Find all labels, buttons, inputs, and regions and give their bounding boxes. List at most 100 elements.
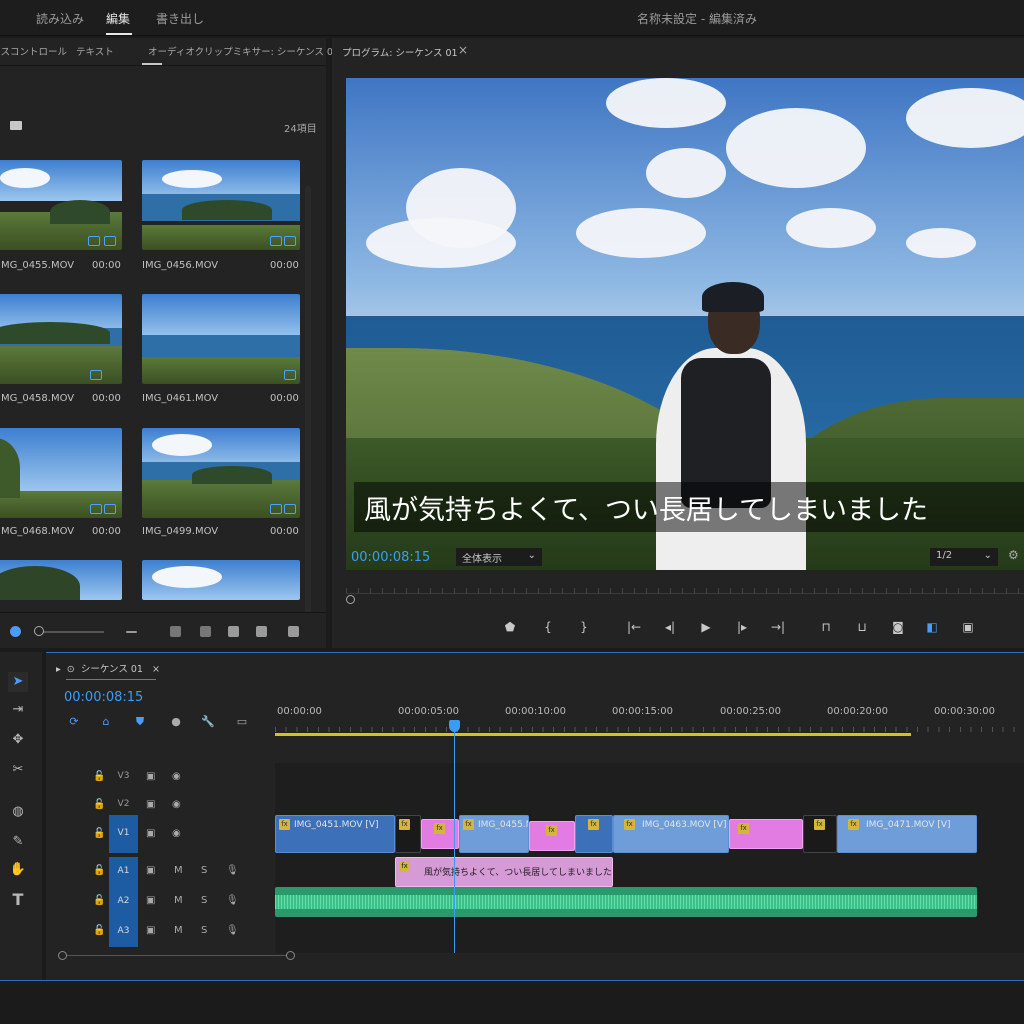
playhead-line[interactable]	[454, 723, 455, 953]
clip-thumbnail[interactable]	[142, 560, 300, 600]
slip-tool-icon[interactable]: ◍	[8, 802, 28, 822]
sequence-tab[interactable]: ▸ ⊙ シーケンス 01 ×	[56, 661, 160, 675]
clip-thumbnail[interactable]	[142, 294, 300, 384]
clip-thumbnail[interactable]	[0, 560, 122, 600]
play-icon[interactable]: ▶	[696, 618, 716, 636]
extract-icon[interactable]: ⊔	[852, 618, 872, 636]
playhead-handle[interactable]	[449, 720, 460, 732]
sync-lock-icon[interactable]: ▣	[146, 865, 155, 876]
caption-clip[interactable]: fx 風が気持ちよくて、つい長居してしまいました	[395, 857, 613, 887]
microphone-icon[interactable]: 🎙	[226, 925, 239, 936]
find-icon[interactable]	[200, 626, 211, 637]
sync-lock-icon[interactable]: ▣	[146, 771, 155, 782]
new-item-icon[interactable]	[256, 626, 267, 637]
mark-out-icon[interactable]: }	[574, 618, 594, 636]
project-scrollbar[interactable]	[305, 186, 311, 636]
scroll-handle-left[interactable]	[58, 951, 67, 960]
eye-icon[interactable]: ◉	[172, 799, 181, 810]
snap-icon[interactable]: ⌂	[98, 715, 114, 731]
lock-icon[interactable]: 🔓	[93, 771, 105, 782]
track-label[interactable]: A1	[109, 857, 138, 887]
pen-tool-icon[interactable]: ✎	[8, 832, 28, 852]
delete-icon[interactable]	[288, 626, 299, 637]
clip-thumbnail[interactable]	[0, 428, 122, 518]
sync-lock-icon[interactable]: ▣	[146, 895, 155, 906]
captions-icon[interactable]: ▭	[234, 715, 250, 731]
hand-tool-icon[interactable]: ✋	[8, 860, 28, 880]
add-marker-icon[interactable]: ⬟	[500, 618, 520, 636]
lift-icon[interactable]: ⊓	[816, 618, 836, 636]
folder-icon[interactable]	[10, 121, 22, 130]
lock-icon[interactable]: 🔓	[93, 895, 105, 906]
button-editor-icon[interactable]: ▣	[958, 618, 978, 636]
track-label[interactable]: A2	[109, 887, 138, 917]
program-timecode[interactable]: 00:00:08:15	[351, 550, 430, 565]
video-clip[interactable]: fx IMG_0455.MOV	[459, 815, 529, 853]
video-clip[interactable]: fx IMG_0471.MOV [V]	[837, 815, 977, 853]
timeline-zoom-scrollbar[interactable]	[58, 951, 295, 961]
sync-lock-icon[interactable]: ▣	[146, 828, 155, 839]
thumbnail-view-icon[interactable]	[10, 626, 21, 637]
selection-tool-icon[interactable]: ➤	[8, 672, 28, 692]
video-clip[interactable]: fx	[575, 815, 613, 853]
title-clip[interactable]: fx	[529, 821, 575, 851]
microphone-icon[interactable]: 🎙	[226, 895, 239, 906]
zoom-slider[interactable]	[42, 631, 104, 633]
lock-icon[interactable]: 🔓	[93, 828, 105, 839]
linked-selection-icon[interactable]: ⛊	[132, 715, 148, 731]
track-label[interactable]: V1	[109, 815, 138, 853]
tracks-area[interactable]	[275, 763, 1024, 953]
mute-button[interactable]: M	[174, 865, 183, 876]
wrench-icon[interactable]: 🔧	[200, 715, 216, 731]
video-clip[interactable]: fx IMG_0451.MOV [V]	[275, 815, 395, 853]
track-label[interactable]: A3	[109, 917, 138, 947]
solo-button[interactable]: S	[201, 925, 207, 936]
program-monitor-tab[interactable]: プログラム: シーケンス 01	[342, 45, 458, 59]
list-sort-icon[interactable]	[126, 631, 137, 633]
tab-source-control[interactable]: ソースコントロール	[0, 44, 67, 58]
close-icon[interactable]: ×	[458, 43, 468, 57]
zoom-level-select[interactable]: 全体表示 ⌄	[456, 548, 542, 566]
wrench-icon[interactable]: ⚙	[1008, 548, 1019, 562]
export-frame-icon[interactable]: ◙	[888, 618, 908, 636]
audio-clip[interactable]	[275, 887, 977, 917]
timeline-timecode[interactable]: 00:00:08:15	[64, 690, 143, 705]
lock-icon[interactable]: 🔓	[93, 865, 105, 876]
sync-lock-icon[interactable]: ▣	[146, 799, 155, 810]
mark-in-icon[interactable]: {	[538, 618, 558, 636]
scroll-handle-right[interactable]	[286, 951, 295, 960]
go-to-in-icon[interactable]: |←	[624, 618, 644, 636]
track-label[interactable]: V3	[109, 763, 138, 791]
eye-icon[interactable]: ◉	[172, 771, 181, 782]
clip-thumbnail[interactable]	[0, 160, 122, 250]
track-select-tool-icon[interactable]: ⇥	[8, 700, 28, 720]
lock-icon[interactable]: 🔓	[93, 799, 105, 810]
new-bin-icon[interactable]	[228, 626, 239, 637]
zoom-slider-knob[interactable]	[34, 626, 44, 636]
microphone-icon[interactable]: 🎙	[226, 865, 239, 876]
program-playhead[interactable]	[346, 595, 355, 604]
tab-audio-mixer[interactable]: オーディオクリップミキサー: シーケンス 01	[148, 44, 339, 58]
playback-resolution-select[interactable]: 1/2 ⌄	[930, 548, 998, 566]
video-clip[interactable]: fx IMG_0463.MOV [V]	[613, 815, 729, 853]
lock-icon[interactable]: 🔓	[93, 925, 105, 936]
video-clip[interactable]: fx	[395, 815, 421, 853]
automate-icon[interactable]	[170, 626, 181, 637]
title-clip[interactable]: fx	[729, 819, 803, 849]
comparison-view-icon[interactable]: ◧	[922, 618, 942, 636]
timeline-ruler[interactable]	[275, 721, 1024, 733]
eye-icon[interactable]: ◉	[172, 828, 181, 839]
mute-button[interactable]: M	[174, 895, 183, 906]
mute-button[interactable]: M	[174, 925, 183, 936]
clip-thumbnail[interactable]	[0, 294, 122, 384]
sync-lock-icon[interactable]: ▣	[146, 925, 155, 936]
work-area-bar[interactable]	[275, 733, 911, 736]
step-back-icon[interactable]: ◂|	[660, 618, 680, 636]
tab-text[interactable]: テキスト	[76, 44, 114, 58]
video-frame[interactable]: 風が気持ちよくて、つい長居してしまいました	[346, 78, 1024, 570]
program-time-ruler[interactable]	[346, 578, 1024, 594]
add-marker-icon[interactable]: ●	[168, 715, 184, 731]
video-clip[interactable]: fx	[803, 815, 837, 853]
go-to-out-icon[interactable]: →|	[768, 618, 788, 636]
clip-thumbnail[interactable]	[142, 160, 300, 250]
